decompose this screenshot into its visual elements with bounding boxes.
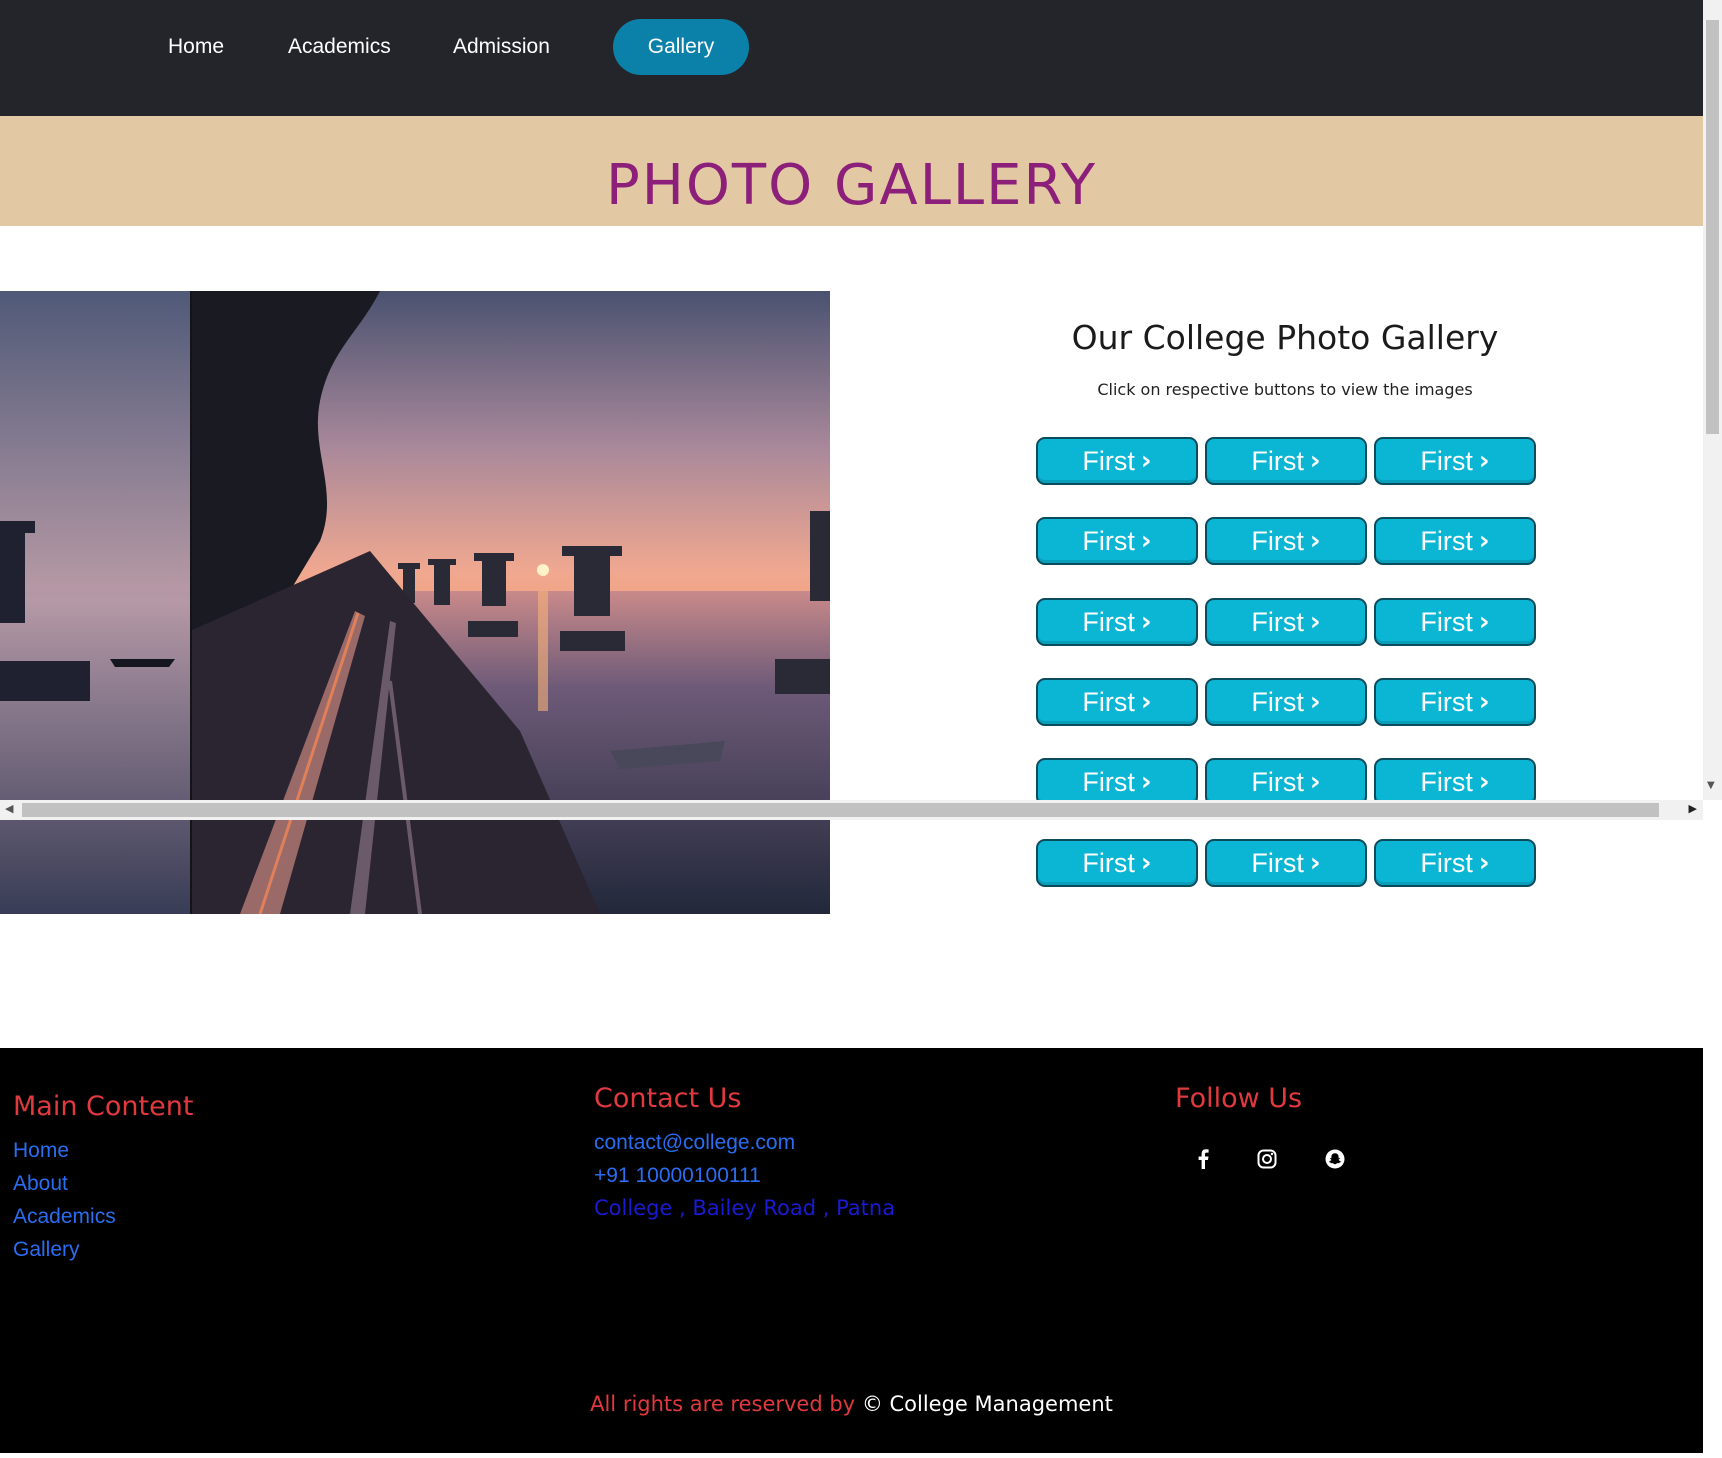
gallery-first-button[interactable]: First › [1374, 517, 1536, 565]
facebook-icon[interactable] [1188, 1144, 1218, 1174]
button-label: First [1251, 686, 1304, 717]
button-label: First [1420, 606, 1473, 637]
top-navbar: Home Academics Admission Gallery [0, 0, 1703, 116]
gallery-first-button[interactable]: First › [1374, 839, 1536, 887]
gallery-first-button[interactable]: First › [1036, 678, 1198, 726]
chevron-right-icon: › [1478, 446, 1490, 476]
chevron-right-icon: › [1309, 687, 1321, 717]
instagram-icon[interactable] [1252, 1144, 1282, 1174]
button-label: First [1420, 445, 1473, 476]
copyright-symbol: © [861, 1392, 883, 1416]
gallery-first-button[interactable]: First › [1374, 758, 1536, 806]
button-label: First [1082, 847, 1135, 878]
button-label: First [1420, 525, 1473, 556]
button-label: First [1420, 847, 1473, 878]
gallery-first-button[interactable]: First › [1205, 517, 1367, 565]
button-label: First [1082, 525, 1135, 556]
page-title: PHOTO GALLERY [605, 153, 1098, 218]
contact-phone-link[interactable]: +91 10000100111 [594, 1164, 761, 1188]
nav-admission[interactable]: Admission [453, 19, 550, 75]
gallery-first-button[interactable]: First › [1036, 598, 1198, 646]
footer-main-heading: Main Content [13, 1091, 194, 1122]
gallery-first-button[interactable]: First › [1205, 758, 1367, 806]
gallery-first-button[interactable]: First › [1036, 437, 1198, 485]
horizontal-scrollbar[interactable]: ◀ ▶ [0, 800, 1703, 820]
contact-address: College , Bailey Road , Patna [594, 1196, 896, 1220]
footer-link-home[interactable]: Home [13, 1139, 69, 1163]
scroll-right-icon[interactable]: ▶ [1689, 802, 1697, 815]
contact-email-link[interactable]: contact@college.com [594, 1131, 795, 1155]
button-label: First [1082, 445, 1135, 476]
sunset-photo [0, 291, 830, 914]
chevron-right-icon: › [1478, 767, 1490, 797]
scroll-down-icon[interactable]: ▼ [1707, 780, 1715, 791]
button-label: First [1251, 445, 1304, 476]
nav-academics[interactable]: Academics [288, 19, 391, 75]
gallery-first-button[interactable]: First › [1036, 758, 1198, 806]
gallery-first-button[interactable]: First › [1036, 839, 1198, 887]
gallery-first-button[interactable]: First › [1374, 678, 1536, 726]
chevron-right-icon: › [1309, 848, 1321, 878]
chevron-right-icon: › [1309, 607, 1321, 637]
gallery-first-button[interactable]: First › [1036, 517, 1198, 565]
vertical-scroll-thumb[interactable] [1706, 20, 1719, 434]
gallery-first-button[interactable]: First › [1205, 839, 1367, 887]
chevron-right-icon: › [1140, 607, 1152, 637]
chevron-right-icon: › [1140, 687, 1152, 717]
nav-gallery[interactable]: Gallery [613, 19, 749, 75]
chevron-right-icon: › [1309, 446, 1321, 476]
chevron-right-icon: › [1478, 607, 1490, 637]
gallery-heading: Our College Photo Gallery [1071, 318, 1499, 357]
chevron-right-icon: › [1309, 767, 1321, 797]
button-label: First [1082, 686, 1135, 717]
gallery-first-button[interactable]: First › [1205, 678, 1367, 726]
chevron-right-icon: › [1478, 687, 1490, 717]
copyright-prefix: All rights are reserved by [590, 1392, 856, 1416]
footer-link-gallery[interactable]: Gallery [13, 1238, 80, 1262]
chevron-right-icon: › [1478, 526, 1490, 556]
footer-link-academics[interactable]: Academics [13, 1205, 116, 1229]
footer-contact-heading: Contact Us [594, 1083, 742, 1114]
button-label: First [1251, 847, 1304, 878]
button-label: First [1251, 525, 1304, 556]
gallery-first-button[interactable]: First › [1205, 598, 1367, 646]
copyright-line: All rights are reserved by © College Man… [0, 1392, 1703, 1416]
button-label: First [1251, 766, 1304, 797]
page-banner: PHOTO GALLERY [0, 116, 1703, 226]
gallery-first-button[interactable]: First › [1205, 437, 1367, 485]
chevron-right-icon: › [1140, 526, 1152, 556]
chevron-right-icon: › [1309, 526, 1321, 556]
copyright-owner: College Management [889, 1392, 1113, 1416]
button-label: First [1082, 606, 1135, 637]
button-label: First [1082, 766, 1135, 797]
horizontal-scroll-thumb[interactable] [22, 803, 1659, 817]
chevron-right-icon: › [1478, 848, 1490, 878]
chevron-right-icon: › [1140, 767, 1152, 797]
snapchat-icon[interactable] [1320, 1144, 1350, 1174]
nav-home[interactable]: Home [168, 19, 224, 75]
scroll-left-icon[interactable]: ◀ [5, 802, 13, 815]
footer-follow-heading: Follow Us [1175, 1083, 1303, 1114]
gallery-subheading: Click on respective buttons to view the … [1097, 380, 1473, 399]
vertical-scrollbar[interactable]: ▼ [1703, 0, 1722, 800]
gallery-first-button[interactable]: First › [1374, 437, 1536, 485]
gallery-slider [0, 291, 830, 914]
gallery-first-button[interactable]: First › [1374, 598, 1536, 646]
button-label: First [1420, 766, 1473, 797]
button-label: First [1251, 606, 1304, 637]
chevron-right-icon: › [1140, 446, 1152, 476]
footer-link-about[interactable]: About [13, 1172, 68, 1196]
button-label: First [1420, 686, 1473, 717]
chevron-right-icon: › [1140, 848, 1152, 878]
